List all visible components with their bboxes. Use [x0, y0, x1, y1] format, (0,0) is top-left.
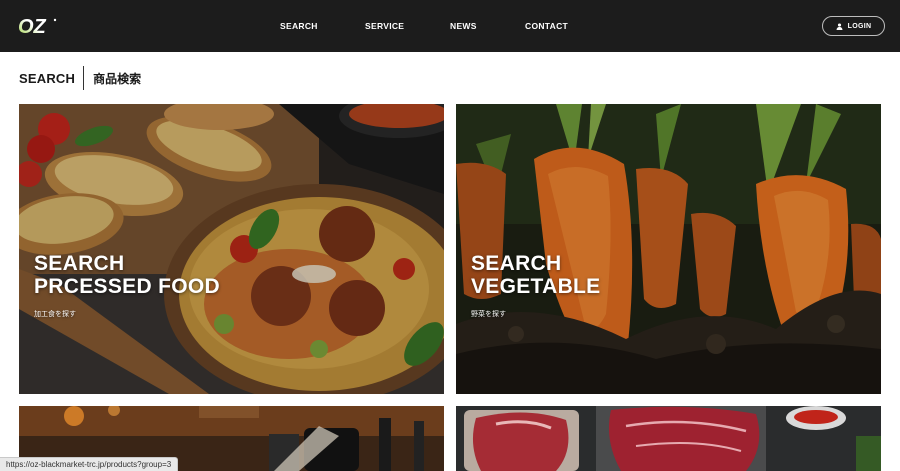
- logo-text: OZ: [18, 16, 47, 38]
- login-button[interactable]: LOGIN: [822, 16, 885, 36]
- nav-news[interactable]: NEWS: [450, 21, 477, 31]
- card-vegetable[interactable]: SEARCH VEGETABLE 野菜を探す: [456, 104, 881, 394]
- user-icon: [836, 22, 843, 30]
- card-subtitle: 野菜を探す: [471, 311, 506, 318]
- page-title-en: SEARCH: [19, 70, 76, 86]
- page-title-ja: 商品検索: [93, 71, 142, 86]
- pasta-photo: [19, 104, 444, 394]
- meat-photo: [456, 406, 881, 471]
- card-processed-food[interactable]: SEARCH PRCESSED FOOD 加工食を探す: [19, 104, 444, 394]
- login-label: LOGIN: [847, 22, 872, 30]
- site-header: OZ SEARCH SERVICE NEWS CONTACT LOGIN: [0, 0, 900, 52]
- card-title: SEARCH PRCESSED FOOD: [34, 252, 220, 298]
- page-title: SEARCH 商品検索: [19, 66, 141, 90]
- nav-contact[interactable]: CONTACT: [525, 21, 568, 31]
- nav-search[interactable]: SEARCH: [280, 21, 318, 31]
- status-bar-url: https://oz-blackmarket-trc.jp/products?g…: [0, 457, 179, 471]
- nav-service[interactable]: SERVICE: [365, 21, 404, 31]
- title-divider: [83, 66, 85, 90]
- card-subtitle: 加工食を探す: [34, 311, 76, 318]
- card-meat[interactable]: [456, 406, 881, 471]
- carrot-photo: [456, 104, 881, 394]
- card-title: SEARCH VEGETABLE: [471, 252, 601, 298]
- oz-logo[interactable]: OZ: [18, 14, 58, 38]
